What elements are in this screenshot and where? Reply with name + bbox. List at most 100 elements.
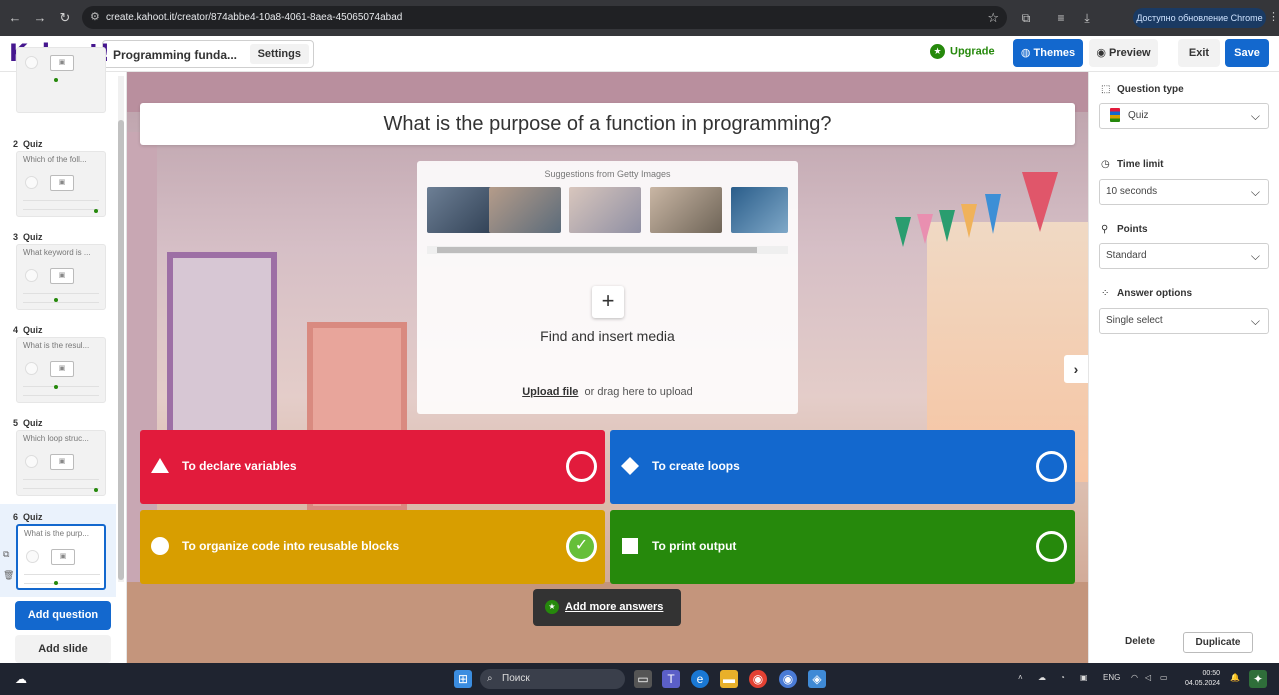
tray-app-icon[interactable]: ☁ xyxy=(1038,673,1046,682)
app-icon[interactable]: ◈ xyxy=(808,670,826,688)
mark-correct-toggle[interactable] xyxy=(1036,451,1067,482)
add-slide-button[interactable]: Add slide xyxy=(15,635,111,663)
sidebar-scrollbar[interactable] xyxy=(118,76,124,582)
delete-slide-icon[interactable]: 🗑 xyxy=(3,570,14,581)
correct-answer-check-icon[interactable]: ✓ xyxy=(566,531,597,562)
delete-question-button[interactable]: Delete xyxy=(1125,636,1155,647)
site-info-icon[interactable]: ⚙ xyxy=(90,10,102,24)
duplicate-slide-icon[interactable]: ⧉ xyxy=(3,549,9,560)
upload-hint: Upload file or drag here to upload xyxy=(417,386,798,398)
add-more-answers-button[interactable]: ★ Add more answers xyxy=(533,589,681,626)
slide-thumbnail-active[interactable]: 6 Quiz What is the purp... ▣ xyxy=(0,504,116,597)
time-limit-heading: ◷ Time limit xyxy=(1101,159,1164,170)
upload-file-link[interactable]: Upload file xyxy=(522,386,578,398)
duplicate-question-button[interactable]: Duplicate xyxy=(1183,632,1253,653)
answer-option-4[interactable]: To print output xyxy=(610,510,1075,584)
question-title-field[interactable]: What is the purpose of a function in pro… xyxy=(140,103,1075,145)
taskbar-search[interactable]: ⌕ Поиск xyxy=(480,669,625,689)
suggested-image[interactable] xyxy=(650,187,722,233)
language-indicator[interactable]: ENG xyxy=(1103,673,1120,682)
background-window xyxy=(167,252,277,452)
tray-chevron-icon[interactable]: ˄ xyxy=(1018,673,1023,682)
points-heading: ⚲ Points xyxy=(1101,224,1148,235)
suggested-image[interactable] xyxy=(569,187,641,233)
suggested-image[interactable] xyxy=(489,187,561,233)
answer-option-3[interactable]: To organize code into reusable blocks ✓ xyxy=(140,510,605,584)
preview-button[interactable]: ◉ Preview xyxy=(1089,39,1158,67)
file-explorer-icon[interactable]: ▬ xyxy=(720,670,738,688)
slide-question: What is the resul... xyxy=(23,341,90,350)
chrome-menu-icon[interactable]: ⋮ xyxy=(1268,10,1279,23)
task-view-icon[interactable]: ▭ xyxy=(634,670,652,688)
images-scrollbar[interactable] xyxy=(427,246,788,254)
answer-option-2[interactable]: To create loops xyxy=(610,430,1075,504)
chrome-icon[interactable]: ◉ xyxy=(749,670,767,688)
forward-icon[interactable]: → xyxy=(32,10,48,26)
search-icon: ⌕ xyxy=(487,673,493,684)
clock-date: 04.05.2024 xyxy=(1185,680,1221,687)
slide-thumbnail[interactable]: 4 Quiz What is the resul... ▣ xyxy=(0,317,116,410)
media-panel[interactable]: Suggestions from Getty Images + Find and… xyxy=(417,161,798,414)
slide-preview: What is the resul... ▣ xyxy=(16,337,106,403)
start-button-icon[interactable]: ⊞ xyxy=(454,670,472,688)
tray-app-icon[interactable]: ▣ xyxy=(1080,673,1088,682)
weather-icon[interactable]: ☁ xyxy=(12,670,30,688)
correct-dot xyxy=(94,209,98,213)
copilot-icon[interactable]: ✦ xyxy=(1249,670,1267,688)
insert-media-button[interactable]: + xyxy=(592,286,624,318)
answer-option-1[interactable]: To declare variables xyxy=(140,430,605,504)
teams-icon[interactable]: T xyxy=(662,670,680,688)
back-icon[interactable]: ← xyxy=(7,10,23,26)
find-media-label: Find and insert media xyxy=(540,328,675,344)
media-placeholder-circle xyxy=(25,455,38,468)
time-limit-select[interactable]: 10 seconds ⌵ xyxy=(1099,179,1269,205)
exit-button[interactable]: Exit xyxy=(1178,39,1220,67)
time-limit-value: 10 seconds xyxy=(1106,186,1158,197)
battery-icon[interactable]: ▭ xyxy=(1160,673,1168,682)
scrollbar-thumb[interactable] xyxy=(118,120,124,580)
chrome-active-icon[interactable]: ◉ xyxy=(779,670,797,688)
quiz-title-field[interactable]: Programming funda... Settings xyxy=(102,40,314,68)
slide-thumbnail[interactable]: 5 Quiz Which loop struc... ▣ xyxy=(0,410,116,503)
mark-correct-toggle[interactable] xyxy=(1036,531,1067,562)
address-bar[interactable]: ⚙ create.kahoot.it/creator/874abbe4-10a8… xyxy=(82,6,1007,29)
reload-icon[interactable]: ↻ xyxy=(57,10,73,26)
bookmark-star-icon[interactable]: ☆ xyxy=(987,10,999,26)
media-placeholder-circle xyxy=(25,362,38,375)
upgrade-button[interactable]: ★ Upgrade xyxy=(930,44,995,64)
scrollbar-thumb[interactable] xyxy=(437,247,757,253)
slide-preview: What keyword is ... ▣ xyxy=(16,244,106,310)
download-icon[interactable]: ⤓ xyxy=(1079,10,1095,26)
question-type-select[interactable]: Quiz ⌵ xyxy=(1099,103,1269,129)
volume-icon[interactable]: ◁ xyxy=(1145,673,1151,682)
media-placeholder-circle xyxy=(26,550,39,563)
answer-options-select[interactable]: Single select ⌵ xyxy=(1099,308,1269,334)
add-question-button[interactable]: Add question xyxy=(15,601,111,630)
settings-button[interactable]: Settings xyxy=(249,44,309,64)
save-button[interactable]: Save xyxy=(1225,39,1269,67)
clock[interactable]: 00:50 04.05.2024 xyxy=(1185,669,1220,689)
points-select[interactable]: Standard ⌵ xyxy=(1099,243,1269,269)
image-placeholder-icon: ▣ xyxy=(50,268,74,284)
edge-icon[interactable]: e xyxy=(691,670,709,688)
suggested-image[interactable] xyxy=(731,187,788,233)
media-controls-icon[interactable]: ≡ xyxy=(1053,10,1069,26)
mark-correct-toggle[interactable] xyxy=(566,451,597,482)
slide-thumbnail[interactable]: 3 Quiz What keyword is ... ▣ xyxy=(0,224,116,317)
tray-app-icon[interactable]: ◔ xyxy=(1060,673,1065,682)
chevron-right-icon[interactable]: › xyxy=(1064,355,1088,383)
answer-text: To print output xyxy=(652,539,737,553)
correct-dot xyxy=(54,385,58,389)
slide-thumbnail[interactable]: ▣ xyxy=(0,47,116,140)
image-placeholder-icon: ▣ xyxy=(50,55,74,71)
clock-icon: ◷ xyxy=(1101,159,1110,170)
correct-dot xyxy=(94,488,98,492)
slide-thumbnail[interactable]: 2 Quiz Which of the foll... ▣ xyxy=(0,131,116,224)
extensions-icon[interactable]: ⧉ xyxy=(1018,10,1034,26)
themes-button[interactable]: ◍ Themes xyxy=(1013,39,1083,67)
chrome-update-button[interactable]: Доступно обновление Chrome xyxy=(1133,8,1266,28)
notification-bell-icon[interactable]: 🔔 xyxy=(1230,673,1240,682)
wifi-icon[interactable]: ◠ xyxy=(1131,673,1138,682)
question-type-value: Quiz xyxy=(1128,110,1149,121)
clock-time: 00:50 xyxy=(1202,670,1221,677)
